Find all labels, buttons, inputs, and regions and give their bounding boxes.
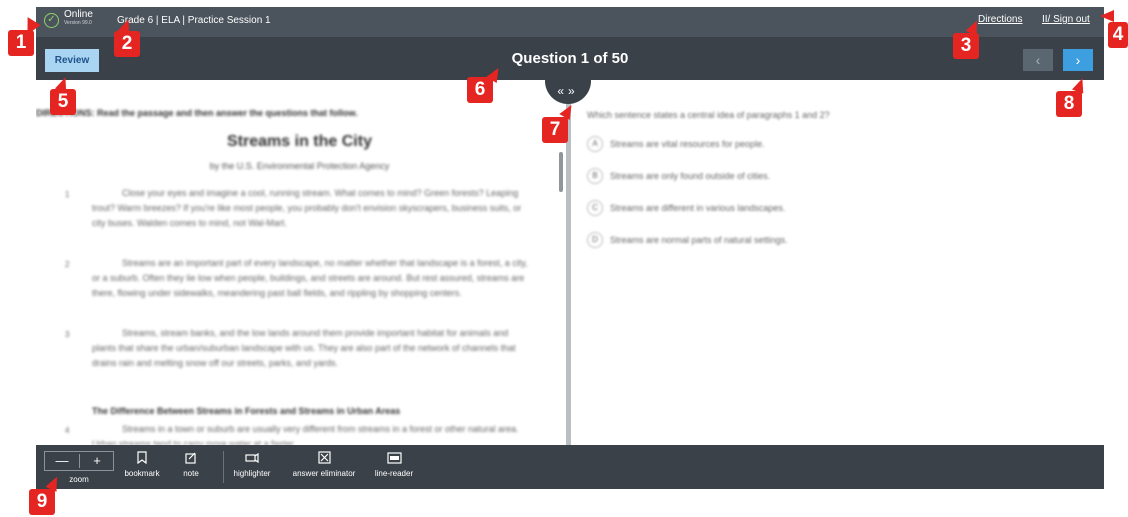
callout-4: 4 xyxy=(1108,22,1128,48)
toolbar-divider xyxy=(223,451,224,483)
bookmark-icon xyxy=(120,451,164,469)
option-letter[interactable]: D xyxy=(587,232,603,248)
line-reader-label: line-reader xyxy=(374,469,414,478)
paragraph-number: 3 xyxy=(65,330,70,339)
version-label: Version 99.0 xyxy=(64,20,92,26)
paragraph-number: 4 xyxy=(65,426,70,435)
callout-5: 5 xyxy=(50,89,76,115)
option-text: Streams are vital resources for people. xyxy=(610,139,765,149)
note-label: note xyxy=(183,469,199,478)
callout-8: 8 xyxy=(1056,91,1082,117)
callout-3: 3 xyxy=(953,33,979,59)
passage-byline: by the U.S. Environmental Protection Age… xyxy=(209,161,390,171)
callout-pointer xyxy=(1100,10,1114,22)
directions-link[interactable]: Directions xyxy=(978,14,1022,25)
callout-9: 9 xyxy=(29,489,55,515)
line-reader-icon xyxy=(369,451,419,469)
note-tool[interactable]: note xyxy=(176,451,206,478)
passage-paragraph: Close your eyes and imagine a cool, runn… xyxy=(92,188,522,228)
passage-subheading: The Difference Between Streams in Forest… xyxy=(92,406,401,416)
breadcrumb: Grade 6 | ELA | Practice Session 1 xyxy=(117,15,271,26)
online-label: Online xyxy=(64,9,93,20)
callout-2: 2 xyxy=(114,31,140,57)
paragraph-number: 2 xyxy=(65,260,70,269)
answer-option[interactable]: A Streams are vital resources for people… xyxy=(587,136,765,152)
question-title: Question 1 of 50 xyxy=(511,50,629,67)
bookmark-label: bookmark xyxy=(124,469,160,478)
zoom-out-button[interactable]: — xyxy=(45,452,79,470)
top-status-bar: ✓ Online Version 99.0 Grade 6 | ELA | Pr… xyxy=(36,7,1104,37)
passage-instructions: DIRECTIONS: Read the passage and then an… xyxy=(36,108,358,118)
option-text: Streams are different in various landsca… xyxy=(610,203,786,213)
sign-out-link[interactable]: II/ Sign out xyxy=(1042,14,1090,25)
answer-eliminator-tool[interactable]: answer eliminator xyxy=(286,451,362,478)
tool-bar: — + zoom bookmark note highlighter answe… xyxy=(36,445,1104,489)
test-app-window: ✓ Online Version 99.0 Grade 6 | ELA | Pr… xyxy=(36,7,1104,489)
question-stem: Which sentence states a central idea of … xyxy=(587,110,830,120)
answer-option[interactable]: D Streams are normal parts of natural se… xyxy=(587,232,788,248)
question-nav-bar: Review Question 1 of 50 ‹ › xyxy=(36,37,1104,80)
passage-paragraph: Streams, stream banks, and the low lands… xyxy=(92,328,516,368)
callout-6: 6 xyxy=(467,77,493,103)
question-pane: Which sentence states a central idea of … xyxy=(584,80,1104,445)
answer-option[interactable]: C Streams are different in various lands… xyxy=(587,200,785,216)
answer-eliminator-icon xyxy=(286,451,362,469)
note-icon xyxy=(176,451,206,469)
highlighter-icon xyxy=(228,451,276,469)
passage-scrollbar[interactable] xyxy=(559,152,563,192)
option-letter[interactable]: C xyxy=(587,200,603,216)
highlighter-tool[interactable]: highlighter xyxy=(228,451,276,478)
option-text: Streams are only found outside of cities… xyxy=(610,171,771,181)
next-question-button[interactable]: › xyxy=(1063,49,1093,71)
option-letter[interactable]: B xyxy=(587,168,603,184)
paragraph-number: 1 xyxy=(65,190,70,199)
reading-passage-pane[interactable]: DIRECTIONS: Read the passage and then an… xyxy=(36,80,563,445)
passage-paragraph: Streams are an important part of every l… xyxy=(92,258,528,298)
option-letter[interactable]: A xyxy=(587,136,603,152)
highlighter-label: highlighter xyxy=(233,469,271,478)
check-circle-icon: ✓ xyxy=(44,13,59,28)
zoom-in-button[interactable]: + xyxy=(80,452,114,470)
previous-question-button[interactable]: ‹ xyxy=(1023,49,1053,71)
option-text: Streams are normal parts of natural sett… xyxy=(610,235,788,245)
line-reader-tool[interactable]: line-reader xyxy=(369,451,419,478)
passage-paragraph: Streams in a town or suburb are usually … xyxy=(92,424,519,445)
answer-option[interactable]: B Streams are only found outside of citi… xyxy=(587,168,770,184)
callout-1: 1 xyxy=(8,30,34,56)
passage-title: Streams in the City xyxy=(227,133,372,150)
answer-eliminator-label: answer eliminator xyxy=(292,469,356,478)
callout-7: 7 xyxy=(542,117,568,143)
bookmark-tool[interactable]: bookmark xyxy=(120,451,164,478)
zoom-control: — + xyxy=(44,451,114,471)
connection-status: ✓ Online Version 99.0 xyxy=(44,10,93,28)
